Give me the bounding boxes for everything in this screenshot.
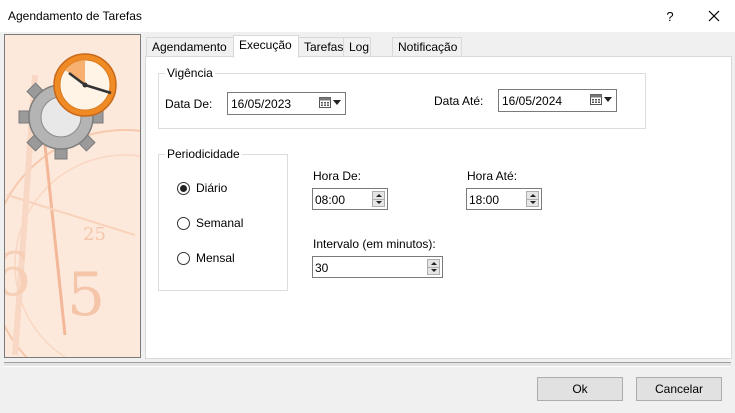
tab-log[interactable]: Log xyxy=(343,37,371,57)
data-ate-value: 16/05/2024 xyxy=(502,94,563,108)
data-de-label: Data De: xyxy=(165,97,213,111)
radio-button[interactable] xyxy=(177,216,190,230)
svg-text:6: 6 xyxy=(5,240,31,310)
radio-semanal-label: Semanal xyxy=(196,216,244,230)
execucao-panel: Vigência Data De: 16/05/2023 Data Até: 1… xyxy=(145,56,732,359)
hora-de-up-button[interactable] xyxy=(372,191,385,200)
data-de-picker[interactable]: 16/05/2023 xyxy=(227,92,346,115)
radio-diario-label: Diário xyxy=(196,181,228,195)
chevron-down-icon xyxy=(333,100,341,105)
close-button[interactable] xyxy=(696,0,732,32)
footer-separator xyxy=(4,362,731,367)
hora-de-spinner[interactable]: 08:00 xyxy=(312,188,388,210)
hora-ate-label: Hora Até: xyxy=(467,169,518,183)
intervalo-down-button[interactable] xyxy=(427,267,440,275)
tab-notificacao[interactable]: Notificação xyxy=(392,37,462,57)
chevron-up-icon xyxy=(529,193,536,197)
chevron-up-icon xyxy=(430,261,437,265)
radio-button[interactable] xyxy=(177,251,190,265)
data-de-value: 16/05/2023 xyxy=(231,97,292,111)
periodicidade-group: Periodicidade Diário Semanal Mensal xyxy=(158,147,288,291)
radio-mensal[interactable]: Mensal xyxy=(177,251,235,265)
tab-tarefas[interactable]: Tarefas xyxy=(298,37,344,57)
cancel-button[interactable]: Cancelar xyxy=(636,377,722,401)
vigencia-group: Vigência Data De: 16/05/2023 Data Até: 1… xyxy=(158,66,646,129)
hora-ate-spinner[interactable]: 18:00 xyxy=(466,188,542,210)
calendar-icon xyxy=(319,97,331,108)
help-button[interactable]: ? xyxy=(652,0,688,32)
window-title: Agendamento de Tarefas xyxy=(8,9,142,23)
svg-text:25: 25 xyxy=(83,224,106,245)
data-de-calendar-button[interactable] xyxy=(319,97,341,108)
hora-de-label: Hora De: xyxy=(313,169,362,183)
intervalo-label: Intervalo (em minutos): xyxy=(313,237,436,251)
svg-text:5: 5 xyxy=(67,260,105,330)
calendar-icon xyxy=(590,94,602,105)
hora-de-value: 08:00 xyxy=(315,193,346,207)
hora-de-down-button[interactable] xyxy=(372,199,385,207)
radio-semanal[interactable]: Semanal xyxy=(177,216,243,230)
chevron-down-icon xyxy=(604,97,612,102)
ok-button[interactable]: Ok xyxy=(537,377,623,401)
vigencia-legend: Vigência xyxy=(165,66,215,80)
data-ate-label: Data Até: xyxy=(434,94,484,108)
tab-execucao[interactable]: Execução xyxy=(233,35,299,58)
radio-button[interactable] xyxy=(177,181,190,195)
side-illustration: 5 6 25 xyxy=(4,34,141,358)
radio-diario[interactable]: Diário xyxy=(177,181,227,195)
clock-gear-icon: 5 6 25 xyxy=(5,35,140,357)
hora-ate-up-button[interactable] xyxy=(526,191,539,200)
radio-selected-dot xyxy=(180,184,187,192)
intervalo-value: 30 xyxy=(315,261,329,275)
radio-mensal-label: Mensal xyxy=(196,251,235,265)
title-bar: Agendamento de Tarefas ? xyxy=(0,0,735,32)
close-icon xyxy=(708,10,720,22)
chevron-down-icon xyxy=(375,201,382,205)
tab-agendamento[interactable]: Agendamento xyxy=(146,37,234,57)
data-ate-picker[interactable]: 16/05/2024 xyxy=(498,89,617,112)
hora-ate-down-button[interactable] xyxy=(526,199,539,207)
periodicidade-legend: Periodicidade xyxy=(165,147,242,161)
data-ate-calendar-button[interactable] xyxy=(590,94,612,105)
intervalo-spinner[interactable]: 30 xyxy=(312,256,443,278)
intervalo-up-button[interactable] xyxy=(427,259,440,268)
chevron-down-icon xyxy=(430,269,437,273)
chevron-up-icon xyxy=(375,193,382,197)
chevron-down-icon xyxy=(529,201,536,205)
hora-ate-value: 18:00 xyxy=(469,193,500,207)
